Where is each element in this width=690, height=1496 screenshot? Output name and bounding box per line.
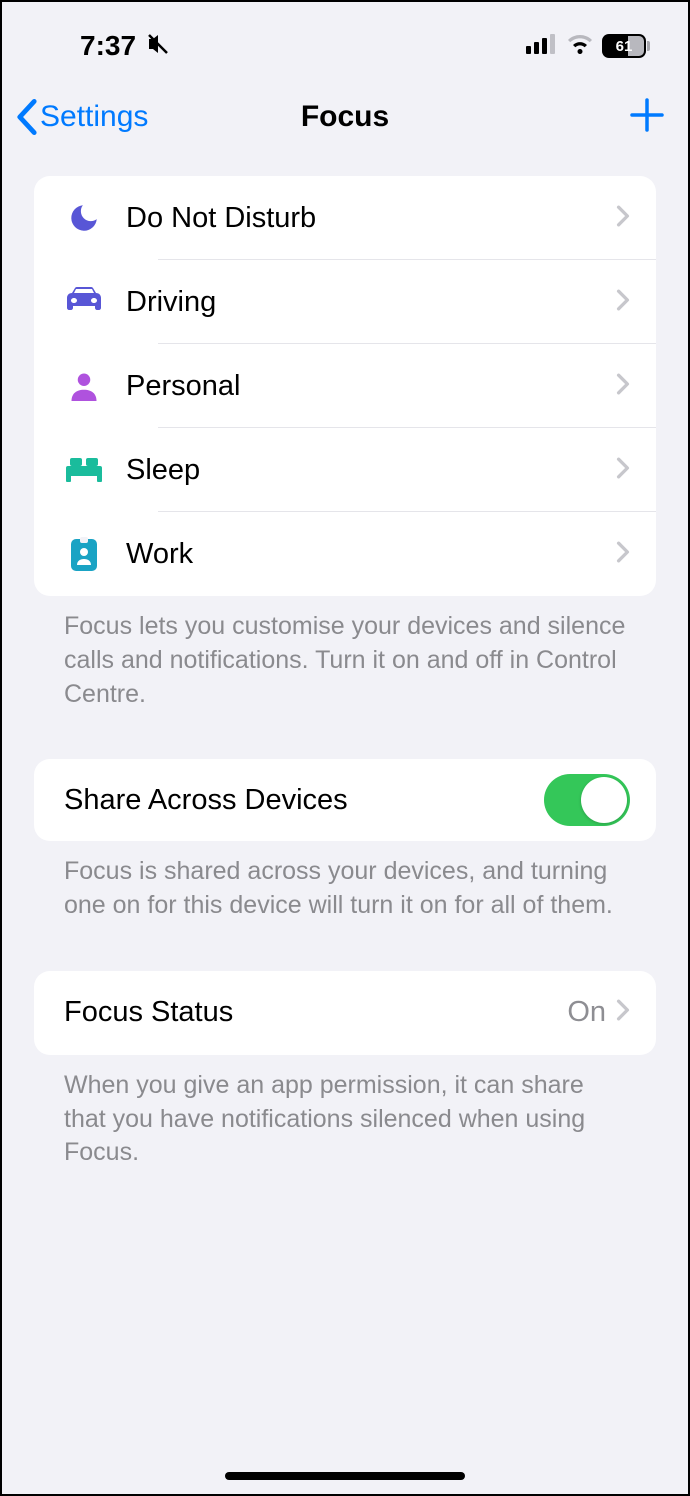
focus-modes-group: Do Not Disturb Driving Personal Sleep [34, 176, 656, 596]
silent-icon [146, 32, 170, 61]
share-across-devices-row: Share Across Devices [34, 759, 656, 841]
row-label: Do Not Disturb [126, 202, 616, 235]
add-button[interactable] [628, 96, 666, 139]
chevron-right-icon [616, 205, 630, 232]
page-title: Focus [301, 100, 389, 134]
moon-icon [64, 198, 104, 238]
share-footer-text: Focus is shared across your devices, and… [34, 841, 656, 923]
focus-row-personal[interactable]: Personal [34, 344, 656, 428]
battery-icon: 61 [602, 34, 650, 58]
status-footer-text: When you give an app permission, it can … [34, 1055, 656, 1170]
focus-row-sleep[interactable]: Sleep [34, 428, 656, 512]
back-label: Settings [40, 100, 148, 134]
status-bar: 7:37 61 [2, 2, 688, 72]
chevron-right-icon [616, 373, 630, 400]
row-label: Personal [126, 370, 616, 403]
row-label: Work [126, 538, 616, 571]
chevron-right-icon [616, 999, 630, 1026]
wifi-icon [566, 34, 594, 59]
share-label: Share Across Devices [64, 784, 544, 817]
badge-icon [64, 534, 104, 574]
focus-row-driving[interactable]: Driving [34, 260, 656, 344]
focus-status-row[interactable]: Focus Status On [34, 971, 656, 1055]
share-toggle[interactable] [544, 774, 630, 826]
car-icon [64, 282, 104, 322]
bed-icon [64, 450, 104, 490]
share-group: Share Across Devices [34, 759, 656, 841]
focus-status-group: Focus Status On [34, 971, 656, 1055]
person-icon [64, 366, 104, 406]
back-button[interactable]: Settings [16, 99, 148, 135]
chevron-right-icon [616, 289, 630, 316]
focus-row-work[interactable]: Work [34, 512, 656, 596]
chevron-right-icon [616, 457, 630, 484]
row-label: Driving [126, 286, 616, 319]
cellular-signal-icon [526, 34, 558, 59]
focus-status-label: Focus Status [64, 996, 567, 1029]
chevron-right-icon [616, 541, 630, 568]
modes-footer-text: Focus lets you customise your devices an… [34, 596, 656, 711]
home-indicator[interactable] [225, 1472, 465, 1480]
nav-bar: Settings Focus [2, 72, 688, 162]
focus-status-value: On [567, 996, 606, 1029]
focus-row-do-not-disturb[interactable]: Do Not Disturb [34, 176, 656, 260]
status-time: 7:37 [80, 30, 136, 62]
row-label: Sleep [126, 454, 616, 487]
